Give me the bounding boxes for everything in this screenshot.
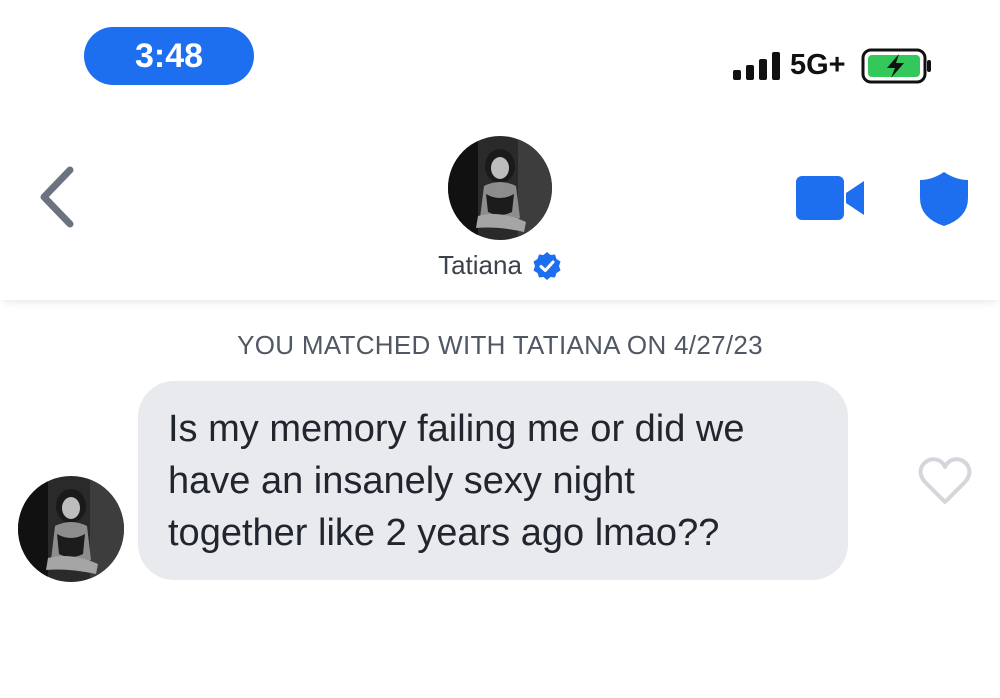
status-time: 3:48 (84, 27, 254, 85)
match-date-note: YOU MATCHED WITH TATIANA ON 4/27/23 (237, 330, 763, 360)
network-type: 5G+ (790, 49, 846, 81)
message-avatar[interactable] (18, 476, 124, 582)
safety-shield-icon[interactable] (918, 170, 970, 228)
back-chevron-icon[interactable] (36, 166, 78, 228)
chat-header: Tatiana (0, 110, 1000, 300)
message-line: Is my memory failing me or did we (168, 408, 745, 450)
avatar[interactable] (448, 136, 552, 240)
signal-bars-icon (733, 52, 780, 80)
battery-charging-icon (861, 48, 931, 84)
message-bubble[interactable]: Is my memory failing me or did we have a… (138, 381, 848, 580)
video-call-icon[interactable] (796, 176, 866, 220)
message-line: together like 2 years ago lmao?? (168, 512, 720, 554)
contact-name[interactable]: Tatiana (438, 250, 522, 281)
message-line: have an insanely sexy night (168, 460, 635, 502)
heart-icon[interactable] (918, 456, 972, 506)
verified-badge-icon (533, 251, 561, 280)
